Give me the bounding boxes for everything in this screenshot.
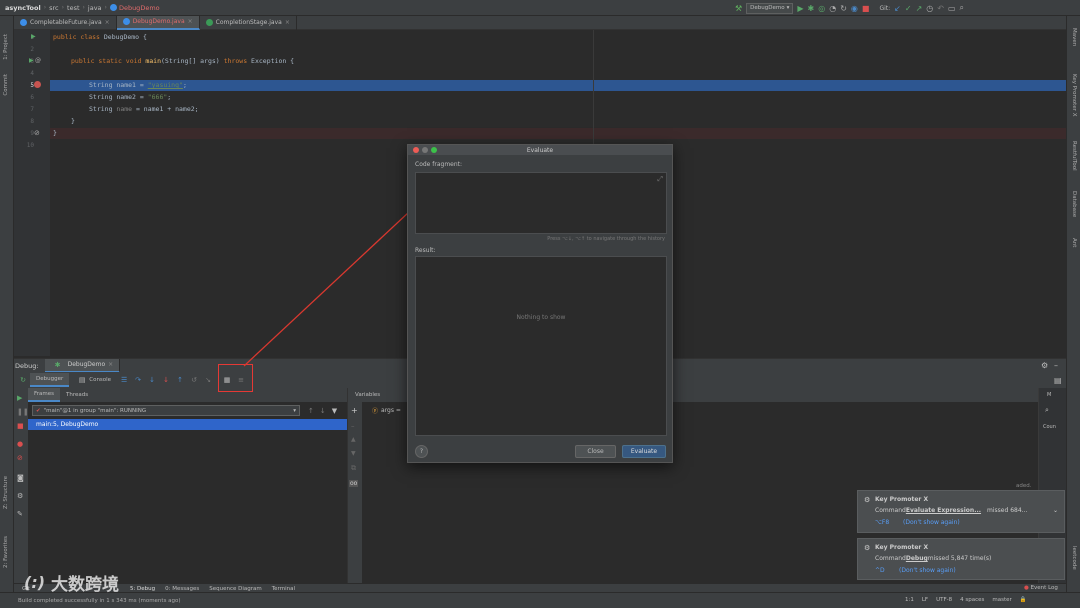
dialog-title: Evaluate: [526, 146, 554, 154]
chevron-down-icon[interactable]: ⌄: [1053, 507, 1058, 514]
close-window-icon[interactable]: [413, 147, 419, 153]
key-icon: ⚙: [864, 544, 871, 552]
evaluate-button[interactable]: Evaluate: [622, 445, 666, 458]
evaluate-dialog: Evaluate Code fragment: ⤢ Press ⌥↓, ⌥↑ t…: [407, 144, 673, 463]
code-fragment-input[interactable]: ⤢: [415, 172, 667, 234]
shortcut-link[interactable]: ⌥F8: [875, 519, 889, 526]
zoom-window-icon[interactable]: [431, 147, 437, 153]
result-label: Result:: [415, 247, 436, 254]
key-icon: ⚙: [864, 496, 871, 504]
dont-show-link[interactable]: (Don't show again): [903, 519, 960, 526]
notification-key-promoter-2: ⚙ Key Promoter X Command Debug missed 5,…: [857, 538, 1065, 580]
notification-body: Command Debug missed 5,847 time(s): [875, 555, 992, 562]
dialog-title-bar: Evaluate: [408, 145, 672, 155]
close-button[interactable]: Close: [575, 445, 616, 458]
expand-icon[interactable]: ⤢: [657, 175, 663, 184]
empty-state: Nothing to show: [516, 314, 566, 321]
notification-title: Key Promoter X: [875, 544, 929, 551]
result-panel: Nothing to show: [415, 256, 667, 436]
notification-body: Command Evaluate Expression... missed 684…: [875, 507, 1028, 514]
notification-title: Key Promoter X: [875, 496, 929, 503]
dont-show-link[interactable]: (Don't show again): [899, 567, 956, 574]
minimize-window-icon[interactable]: [422, 147, 428, 153]
help-button[interactable]: ?: [415, 445, 428, 458]
shortcut-link[interactable]: ^D: [875, 567, 885, 574]
history-hint: Press ⌥↓, ⌥↑ to navigate through the his…: [547, 236, 665, 242]
notification-key-promoter-1: ⚙ Key Promoter X Command Evaluate Expres…: [857, 490, 1065, 533]
code-fragment-label: Code fragment:: [415, 161, 463, 168]
